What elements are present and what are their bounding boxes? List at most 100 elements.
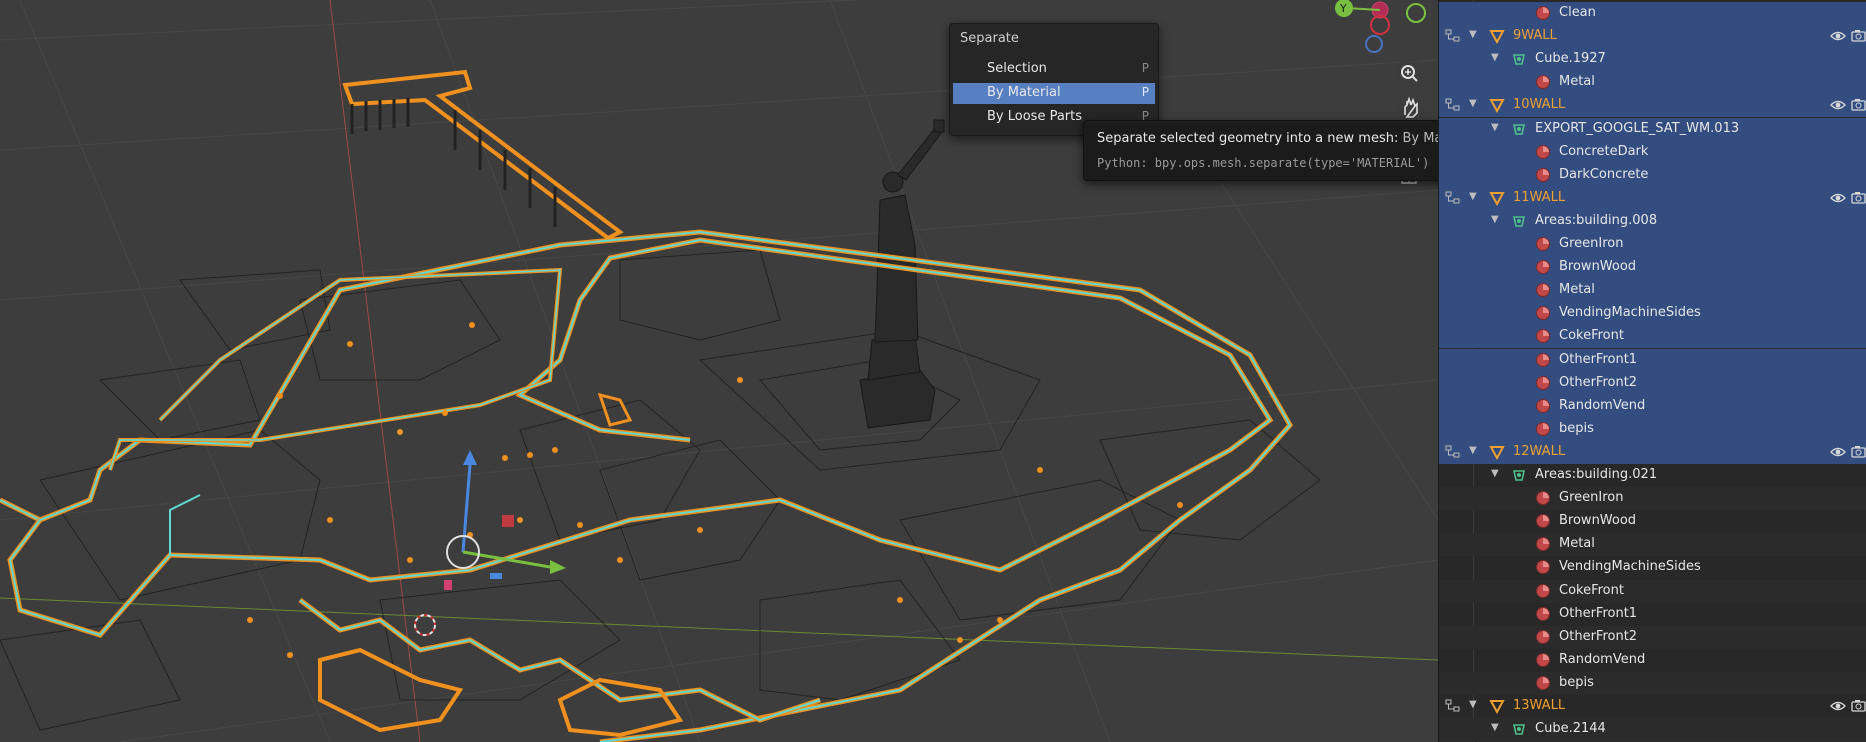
restriction-toggle-icon[interactable] [1445,29,1461,43]
viewport-scene[interactable] [0,0,1438,742]
expand-arrow-icon[interactable]: ▼ [1491,214,1501,225]
object-row[interactable]: ▼ 10WALL [1439,94,1866,118]
material-row[interactable]: OtherFront2 [1439,625,1866,649]
visibility-eye-icon[interactable] [1830,29,1846,43]
material-row[interactable]: CokeFront [1439,325,1866,349]
material-row[interactable]: BrownWood [1439,510,1866,533]
outliner-item-label: Cube.2144 [1535,721,1606,737]
material-sphere-icon [1535,398,1551,414]
outliner-item-label: GreenIron [1559,236,1624,251]
material-sphere-icon [1535,629,1551,645]
restriction-toggle-icon[interactable] [1445,699,1461,713]
expand-arrow-icon[interactable]: ▼ [1491,723,1501,733]
expand-arrow-icon[interactable]: ▼ [1469,30,1479,40]
material-row[interactable]: VendingMachineSides [1439,556,1866,579]
object-row[interactable]: ▼ 11WALL [1439,186,1866,210]
material-row[interactable]: OtherFront1 [1439,603,1866,626]
material-row[interactable]: OtherFront1 [1439,348,1866,372]
expand-arrow-icon[interactable]: ▼ [1491,469,1501,479]
material-sphere-icon [1535,74,1551,90]
outliner-item-label: Metal [1559,282,1595,298]
material-row[interactable]: OtherFront2 [1439,371,1866,395]
material-row[interactable]: bepis [1439,417,1866,441]
material-row[interactable]: CokeFront [1439,579,1866,603]
menu-item-by-material[interactable]: By Material P [953,83,1155,104]
outliner-item-label: Areas:building.008 [1535,212,1658,228]
render-camera-icon[interactable] [1851,699,1866,713]
material-row[interactable]: RandomVend [1439,394,1866,418]
outliner-item-label: Cube.1927 [1535,51,1606,67]
material-row[interactable]: bepis [1439,671,1866,695]
pan-button[interactable] [1395,93,1425,123]
outliner-item-label: ConcreteDark [1559,143,1649,159]
navigation-gizmo[interactable]: Y [1320,0,1438,60]
mesh-data-row[interactable]: ▼ Areas:building.021 [1439,464,1866,487]
expand-arrow-icon[interactable]: ▼ [1469,99,1479,109]
material-sphere-icon [1535,536,1551,552]
outliner-item-label: RandomVend [1559,651,1646,667]
selected-wall-outlines [0,229,1294,742]
expand-arrow-icon[interactable]: ▼ [1469,700,1479,710]
material-row[interactable]: VendingMachineSides [1439,302,1866,326]
visibility-eye-icon[interactable] [1830,191,1846,205]
zoom-button[interactable] [1395,59,1425,89]
floor-grid [0,0,1438,742]
material-row[interactable]: Metal [1439,279,1866,303]
menu-item-label: By Loose Parts [987,109,1083,124]
restriction-toggle-icon[interactable] [1445,98,1461,112]
restriction-toggle-icon[interactable] [1445,191,1461,205]
material-row[interactable]: Metal [1439,71,1866,95]
visibility-eye-icon[interactable] [1830,699,1846,713]
mesh-data-icon [1511,121,1527,137]
material-row[interactable]: DarkConcrete [1439,163,1866,187]
outliner-panel[interactable]: Clean ▼ 9WALL ▼ Cube.1927 Metal ▼ 10WALL ▼ EXPORT… [1438,0,1866,742]
outliner-item-label: CokeFront [1559,582,1624,598]
visibility-eye-icon[interactable] [1830,445,1846,459]
menu-item-selection[interactable]: Selection P [953,59,1155,80]
outliner-item-label: bepis [1559,420,1594,436]
expand-arrow-icon[interactable]: ▼ [1491,53,1501,63]
material-sphere-icon [1535,282,1551,298]
material-row[interactable]: Metal [1439,533,1866,557]
outliner-item-label: bepis [1559,674,1594,690]
object-row[interactable]: ▼ 13WALL [1439,695,1866,718]
outliner-item-label: DarkConcrete [1559,166,1649,182]
render-camera-icon[interactable] [1851,29,1866,43]
material-row[interactable]: Clean [1439,2,1866,25]
material-sphere-icon [1535,675,1551,691]
outliner-item-label: RandomVend [1559,397,1646,413]
material-row[interactable]: RandomVend [1439,649,1866,672]
material-sphere-icon [1535,259,1551,275]
hand-icon [1404,96,1418,118]
outliner-item-label: CokeFront [1559,328,1624,344]
operator-tooltip: Separate selected geometry into a new me… [1083,120,1438,181]
outliner-item-label: OtherFront1 [1559,605,1638,621]
material-sphere-icon [1535,652,1551,668]
mesh-data-row[interactable]: ▼ Cube.1927 [1439,48,1866,72]
render-camera-icon[interactable] [1851,191,1866,205]
material-sphere-icon [1535,5,1551,21]
tooltip-description: Separate selected geometry into a new me… [1097,131,1438,146]
expand-arrow-icon[interactable]: ▼ [1491,122,1501,133]
material-sphere-icon [1535,167,1551,183]
expand-arrow-icon[interactable]: ▼ [1469,445,1479,456]
outliner-item-label: 10WALL [1513,97,1566,113]
material-row[interactable]: GreenIron [1439,233,1866,256]
mesh-data-row[interactable]: ▼ Cube.2144 [1439,718,1866,742]
mesh-data-icon [1511,467,1527,483]
render-camera-icon[interactable] [1851,98,1866,112]
mesh-data-row[interactable]: ▼ Areas:building.008 [1439,209,1866,233]
visibility-eye-icon[interactable] [1830,98,1846,112]
restriction-toggle-icon[interactable] [1445,445,1461,459]
object-row[interactable]: ▼ 12WALL [1439,440,1866,464]
object-row[interactable]: ▼ 9WALL [1439,25,1866,49]
outliner-item-label: EXPORT_GOOGLE_SAT_WM.013 [1535,120,1740,136]
expand-arrow-icon[interactable]: ▼ [1469,191,1479,202]
render-camera-icon[interactable] [1851,445,1866,459]
material-row[interactable]: GreenIron [1439,487,1866,511]
mesh-data-row[interactable]: ▼ EXPORT_GOOGLE_SAT_WM.013 [1439,117,1866,141]
outliner-item-label: Metal [1559,74,1595,90]
3d-viewport[interactable]: Y Separate Selection P By Material P By … [0,0,1438,742]
material-row[interactable]: ConcreteDark [1439,140,1866,164]
material-row[interactable]: BrownWood [1439,256,1866,280]
